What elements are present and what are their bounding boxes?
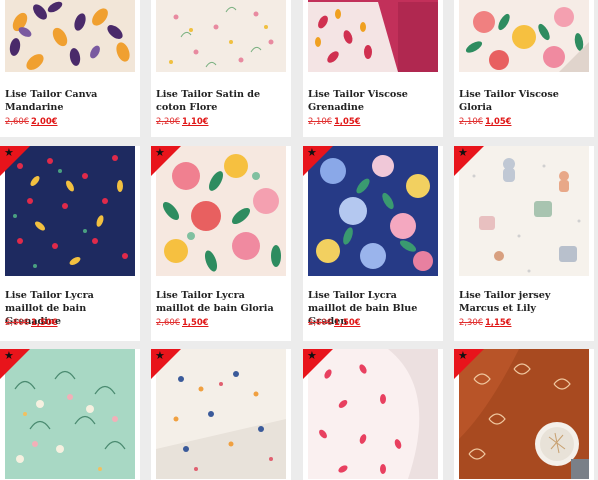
sale-price: 1,10€ [181,116,209,126]
old-price: 2,10€ [459,116,483,126]
product-price: 2,60€ 1,50€ [308,317,360,327]
old-price: 2,60€ [5,317,29,327]
product-card[interactable]: Lise Tailor Satin de coton Flore 2,20€ 1,… [151,0,291,137]
sale-price: 1,05€ [333,116,361,126]
product-price: 2,60€ 1,50€ [156,317,208,327]
product-price: 2,30€ 1,15€ [459,317,511,327]
product-title[interactable]: Lise Tailor jersey Marcus et Lily [459,289,589,315]
star-icon: ★ [155,146,165,159]
sale-price: 1,15€ [484,317,512,327]
old-price: 2,20€ [156,116,180,126]
product-card[interactable]: ★ [0,349,140,480]
star-icon: ★ [155,349,165,362]
star-icon: ★ [458,146,468,159]
product-card[interactable]: ★ [303,349,443,480]
product-title[interactable]: Lise Tailor Satin de coton Flore [156,88,286,114]
old-price: 2,60€ [308,317,332,327]
product-card[interactable]: ★ Lise Tailor jersey Marcus et Lily 2,30… [454,146,594,341]
product-card[interactable]: ★ [454,349,594,480]
product-title[interactable]: Lise Tailor Viscose Grenadine [308,88,438,114]
product-card[interactable]: Lise Tailor Viscose Grenadine 2,10€ 1,05€ [303,0,443,137]
product-price: 2,10€ 1,05€ [459,116,511,126]
old-price: 2,60€ [156,317,180,327]
product-title[interactable]: Lise Tailor Viscose Gloria [459,88,589,114]
fabric-satin-flore-image[interactable] [156,0,286,72]
fabric-viscose-grenadine-image[interactable] [308,0,438,72]
fabric-viscose-gloria-image[interactable] [459,0,589,72]
star-icon: ★ [4,349,14,362]
product-title[interactable]: Lise Tailor Lycra maillot de bain Gloria [156,289,286,315]
product-card[interactable]: ★ Lise Tailor Lycra maillot de bain Gren… [0,146,140,341]
product-card[interactable]: ★ [151,349,291,480]
product-card[interactable]: ★ Lise Tailor Lycra maillot de bain Blue… [303,146,443,341]
product-price: 2,60€ 2,00€ [5,116,57,126]
old-price: 2,60€ [5,116,29,126]
product-card[interactable]: Lise Tailor Canva Mandarine 2,60€ 2,00€ [0,0,140,137]
old-price: 2,10€ [308,116,332,126]
star-icon: ★ [4,146,14,159]
star-icon: ★ [307,146,317,159]
product-title[interactable]: Lise Tailor Canva Mandarine [5,88,135,114]
sale-price: 1,50€ [181,317,209,327]
old-price: 2,30€ [459,317,483,327]
product-price: 2,20€ 1,10€ [156,116,208,126]
product-price: 2,10€ 1,05€ [308,116,360,126]
star-icon: ★ [307,349,317,362]
sale-price: 2,00€ [30,116,58,126]
sale-price: 1,05€ [484,116,512,126]
fabric-canva-mandarine-image[interactable] [5,0,135,72]
sale-price: 1,50€ [333,317,361,327]
product-card[interactable]: Lise Tailor Viscose Gloria 2,10€ 1,05€ [454,0,594,137]
star-icon: ★ [458,349,468,362]
product-card[interactable]: ★ Lise Tailor Lycra maillot de bain Glor… [151,146,291,341]
sale-price: 1,50€ [30,317,58,327]
product-price: 2,60€ 1,50€ [5,317,57,327]
